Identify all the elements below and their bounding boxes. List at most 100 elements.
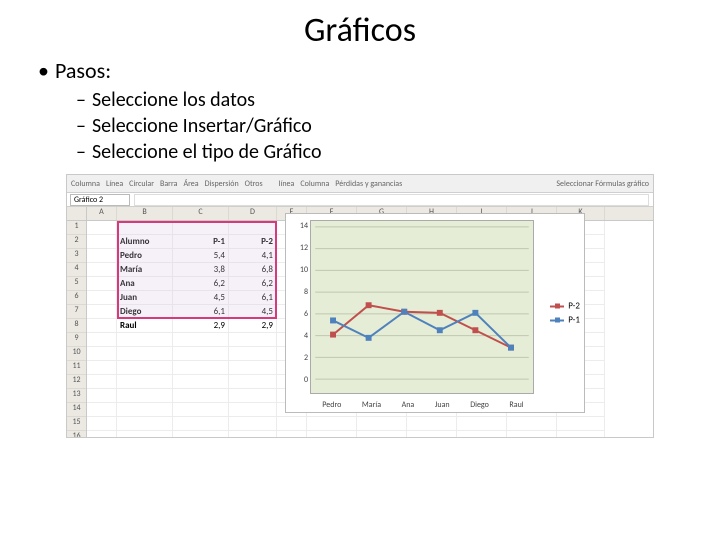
cell[interactable] <box>87 431 117 438</box>
cell[interactable] <box>117 375 173 389</box>
cell[interactable] <box>229 361 277 375</box>
cell[interactable] <box>173 431 229 438</box>
column-header[interactable]: B <box>117 207 173 220</box>
cell[interactable] <box>507 431 557 438</box>
chart-object[interactable]: PedroMaríaAnaJuanDiegoRaul P-2 P-1 02468… <box>285 213 585 413</box>
cell[interactable]: 4,1 <box>229 249 277 263</box>
cell[interactable] <box>229 221 277 235</box>
row-header[interactable]: 4 <box>67 263 86 277</box>
cell[interactable] <box>357 417 407 431</box>
row-header[interactable]: 10 <box>67 347 86 361</box>
row-header[interactable]: 7 <box>67 305 86 319</box>
cell[interactable] <box>173 347 229 361</box>
cell[interactable] <box>173 221 229 235</box>
cell[interactable] <box>229 389 277 403</box>
column-header[interactable]: A <box>87 207 117 220</box>
cell[interactable] <box>457 417 507 431</box>
row-header[interactable]: 13 <box>67 389 86 403</box>
cell[interactable] <box>87 389 117 403</box>
cell[interactable] <box>557 417 605 431</box>
cell[interactable] <box>87 417 117 431</box>
row-header[interactable]: 11 <box>67 361 86 375</box>
cell[interactable] <box>117 403 173 417</box>
row-header[interactable]: 16 <box>67 431 86 438</box>
cell[interactable] <box>87 375 117 389</box>
cell[interactable] <box>173 417 229 431</box>
cell[interactable] <box>173 389 229 403</box>
row-header[interactable]: 3 <box>67 249 86 263</box>
cell[interactable] <box>117 347 173 361</box>
cell[interactable] <box>229 333 277 347</box>
cell[interactable] <box>229 347 277 361</box>
cell[interactable]: Diego <box>117 305 173 319</box>
cell[interactable] <box>173 361 229 375</box>
cell[interactable] <box>277 431 307 438</box>
cell[interactable] <box>117 431 173 438</box>
row-header[interactable]: 8 <box>67 319 86 333</box>
cell[interactable] <box>457 431 507 438</box>
formula-input[interactable] <box>134 194 649 206</box>
row-header[interactable]: 2 <box>67 235 86 249</box>
cell[interactable] <box>117 389 173 403</box>
cell[interactable]: Pedro <box>117 249 173 263</box>
row-header[interactable]: 6 <box>67 291 86 305</box>
cell[interactable]: Juan <box>117 291 173 305</box>
cell[interactable]: 5,4 <box>173 249 229 263</box>
cell[interactable] <box>87 347 117 361</box>
cell[interactable] <box>87 319 117 333</box>
row-header[interactable]: 1 <box>67 221 86 235</box>
column-header[interactable]: C <box>173 207 229 220</box>
cell[interactable]: Raul <box>117 319 173 333</box>
cell[interactable]: 6,2 <box>173 277 229 291</box>
cell[interactable] <box>307 417 357 431</box>
row-header[interactable]: 5 <box>67 277 86 291</box>
cell[interactable] <box>173 375 229 389</box>
cell[interactable] <box>229 403 277 417</box>
cell[interactable] <box>229 431 277 438</box>
worksheet[interactable]: ABCDEFGHIJK AlumnoP-1P-2Pedro5,44,1María… <box>87 207 653 437</box>
cell[interactable] <box>173 403 229 417</box>
cell[interactable]: Ana <box>117 277 173 291</box>
cell[interactable] <box>87 249 117 263</box>
cell[interactable] <box>87 361 117 375</box>
cell[interactable]: 6,1 <box>173 305 229 319</box>
cell[interactable]: 6,8 <box>229 263 277 277</box>
cell[interactable]: 6,1 <box>229 291 277 305</box>
cell[interactable] <box>557 431 605 438</box>
cell[interactable] <box>87 305 117 319</box>
cell[interactable] <box>357 431 407 438</box>
cell[interactable]: 3,8 <box>173 263 229 277</box>
cell[interactable] <box>229 375 277 389</box>
cell[interactable] <box>87 291 117 305</box>
cell[interactable]: 4,5 <box>229 305 277 319</box>
column-header[interactable]: D <box>229 207 277 220</box>
row-header[interactable]: 9 <box>67 333 86 347</box>
cell[interactable] <box>307 431 357 438</box>
cell[interactable]: 2,9 <box>173 319 229 333</box>
cell[interactable] <box>407 417 457 431</box>
cell[interactable] <box>87 221 117 235</box>
row-header[interactable]: 14 <box>67 403 86 417</box>
cell[interactable] <box>117 333 173 347</box>
cell[interactable]: 2,9 <box>229 319 277 333</box>
cell[interactable]: Alumno <box>117 235 173 249</box>
cell[interactable] <box>117 221 173 235</box>
cell[interactable]: P-2 <box>229 235 277 249</box>
cell[interactable] <box>117 361 173 375</box>
row-header[interactable]: 15 <box>67 417 86 431</box>
cell[interactable] <box>277 417 307 431</box>
cell[interactable] <box>173 333 229 347</box>
cell[interactable] <box>87 333 117 347</box>
cell[interactable] <box>87 277 117 291</box>
cell[interactable]: 4,5 <box>173 291 229 305</box>
cell[interactable] <box>507 417 557 431</box>
cell[interactable] <box>117 417 173 431</box>
name-box[interactable]: Gráfico 2 <box>70 194 130 206</box>
cell[interactable] <box>87 235 117 249</box>
row-header[interactable]: 12 <box>67 375 86 389</box>
cell[interactable] <box>87 263 117 277</box>
cell[interactable] <box>407 431 457 438</box>
cell[interactable]: María <box>117 263 173 277</box>
cell[interactable] <box>87 403 117 417</box>
cell[interactable]: P-1 <box>173 235 229 249</box>
